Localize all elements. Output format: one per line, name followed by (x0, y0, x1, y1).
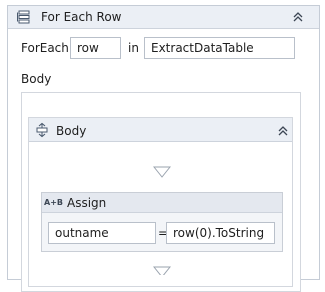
assign-icon: A+B (44, 198, 63, 207)
collection-input[interactable]: ExtractDataTable (144, 37, 295, 59)
drop-arrow-icon[interactable] (153, 266, 171, 275)
foreach-title: For Each Row (41, 10, 122, 24)
body-label: Body (21, 72, 52, 86)
foreach-keyword-label: ForEach (21, 41, 69, 55)
assign-title: Assign (67, 196, 107, 210)
item-variable-input[interactable]: row (70, 37, 121, 59)
assign-to-input[interactable]: outname (48, 222, 156, 244)
sequence-icon (36, 122, 48, 138)
collapse-icon[interactable] (291, 10, 305, 24)
collapse-icon[interactable] (276, 124, 290, 138)
drop-arrow-icon[interactable] (153, 166, 171, 178)
assign-value-input[interactable]: row(0).ToString (166, 222, 275, 244)
sequence-icon (17, 10, 30, 24)
in-label: in (128, 41, 139, 55)
sequence-title: Body (56, 124, 87, 138)
